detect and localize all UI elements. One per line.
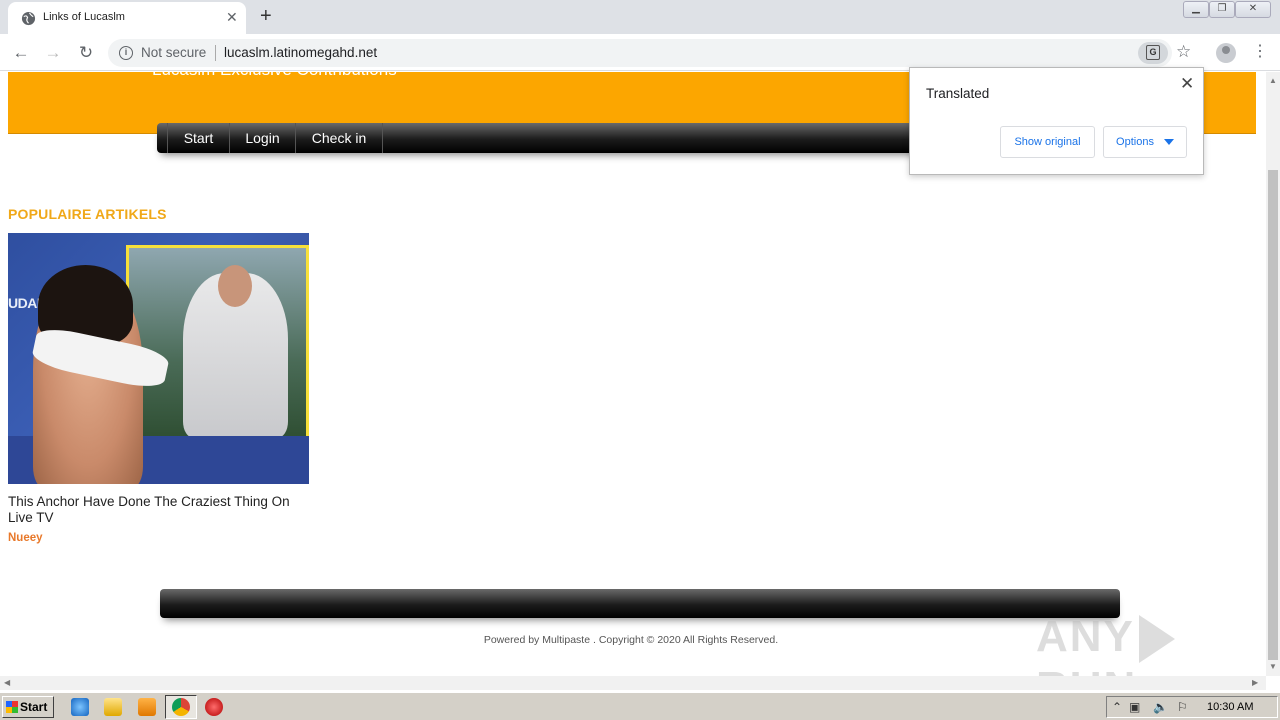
menu-kebab-icon[interactable]: ⋮ bbox=[1252, 42, 1268, 62]
omnibox-separator bbox=[215, 45, 216, 61]
article-title-link[interactable]: This Anchor Have Done The Craziest Thing… bbox=[8, 494, 313, 526]
globe-icon bbox=[21, 11, 36, 26]
media-player-icon[interactable] bbox=[138, 698, 156, 716]
network-icon[interactable]: ▣ bbox=[1129, 700, 1140, 714]
flag-icon[interactable]: ⚐ bbox=[1177, 700, 1188, 714]
new-tab-icon[interactable]: + bbox=[260, 6, 272, 26]
play-icon bbox=[1138, 615, 1175, 664]
bookmark-star-icon[interactable]: ☆ bbox=[1176, 43, 1191, 61]
options-label: Options bbox=[1116, 136, 1154, 148]
back-icon[interactable]: ← bbox=[10, 42, 32, 64]
windows-logo-icon bbox=[6, 701, 18, 713]
vertical-scrollbar[interactable]: ▲ ▼ bbox=[1266, 72, 1280, 676]
watermark-right: RUN bbox=[1036, 663, 1137, 676]
address-bar[interactable]: i Not secure lucaslm.latinomegahd.net G bbox=[108, 39, 1172, 67]
url-text[interactable]: lucaslm.latinomegahd.net bbox=[224, 45, 377, 60]
footer-bar bbox=[160, 589, 1120, 618]
scroll-left-icon[interactable]: ◀ bbox=[4, 678, 10, 687]
chrome-icon bbox=[172, 698, 190, 716]
window-close-icon[interactable]: ✕ bbox=[1235, 1, 1271, 18]
scroll-down-icon[interactable]: ▼ bbox=[1269, 662, 1277, 671]
ie-icon[interactable] bbox=[71, 698, 89, 716]
system-tray: ⌃ ▣ 🔈 ⚐ 10:30 AM bbox=[1106, 696, 1278, 718]
translate-icon: G bbox=[1146, 45, 1160, 60]
not-secure-label[interactable]: Not secure bbox=[141, 45, 206, 60]
chrome-taskbar-button[interactable] bbox=[165, 695, 197, 719]
site-title: Lucaslm Exclusive Contributions bbox=[152, 72, 397, 80]
tray-expand-icon[interactable]: ⌃ bbox=[1112, 700, 1122, 714]
watermark-left: ANY bbox=[1036, 612, 1135, 661]
restore-icon[interactable]: ❐ bbox=[1209, 1, 1235, 18]
article-author[interactable]: Nueey bbox=[8, 532, 43, 544]
horizontal-scrollbar[interactable]: ◀ ▶ bbox=[0, 676, 1266, 690]
tab-title: Links of Lucaslm bbox=[43, 11, 125, 23]
browser-toolbar: ← → ↻ i Not secure lucaslm.latinomegahd.… bbox=[0, 34, 1280, 71]
scroll-up-icon[interactable]: ▲ bbox=[1269, 76, 1277, 85]
caret-down-icon bbox=[1163, 139, 1174, 146]
translate-button[interactable]: G bbox=[1138, 42, 1168, 64]
forward-icon[interactable]: → bbox=[42, 42, 64, 64]
start-button[interactable]: Start bbox=[2, 696, 54, 718]
nav-start[interactable]: Start bbox=[167, 123, 230, 153]
tab-strip: Links of Lucaslm ✕ + ▁ ❐ ✕ bbox=[0, 0, 1280, 34]
nav-check-in[interactable]: Check in bbox=[296, 123, 383, 153]
thumbnail-player-head bbox=[218, 265, 252, 307]
folder-icon[interactable] bbox=[104, 698, 122, 716]
translate-popup: Translated ✕ Show original Options bbox=[909, 67, 1204, 175]
clock[interactable]: 10:30 AM bbox=[1207, 701, 1253, 713]
minimize-icon[interactable]: ▁ bbox=[1183, 1, 1209, 18]
nav-login[interactable]: Login bbox=[230, 123, 296, 153]
browser-tab[interactable]: Links of Lucaslm ✕ bbox=[8, 2, 246, 34]
options-button[interactable]: Options bbox=[1103, 126, 1187, 158]
translate-popup-close-icon[interactable]: ✕ bbox=[1180, 74, 1194, 94]
vertical-scroll-thumb[interactable] bbox=[1268, 170, 1278, 660]
info-icon[interactable]: i bbox=[119, 46, 133, 60]
translate-popup-title: Translated bbox=[926, 86, 990, 101]
show-original-button[interactable]: Show original bbox=[1000, 126, 1095, 158]
tab-close-icon[interactable]: ✕ bbox=[226, 10, 238, 24]
profile-avatar-icon[interactable] bbox=[1216, 43, 1236, 63]
volume-icon[interactable]: 🔈 bbox=[1153, 700, 1168, 714]
scroll-right-icon[interactable]: ▶ bbox=[1252, 678, 1258, 687]
reload-icon[interactable]: ↻ bbox=[75, 42, 97, 64]
opera-icon[interactable] bbox=[205, 698, 223, 716]
taskbar: Start ⌃ ▣ 🔈 ⚐ 10:30 AM bbox=[0, 692, 1280, 720]
article-thumbnail[interactable]: UDANDO OTI bbox=[8, 233, 309, 484]
section-title: POPULAIRE ARTIKELS bbox=[8, 206, 167, 222]
anyrun-watermark: ANY RUN bbox=[1036, 612, 1266, 676]
start-label: Start bbox=[20, 700, 48, 714]
